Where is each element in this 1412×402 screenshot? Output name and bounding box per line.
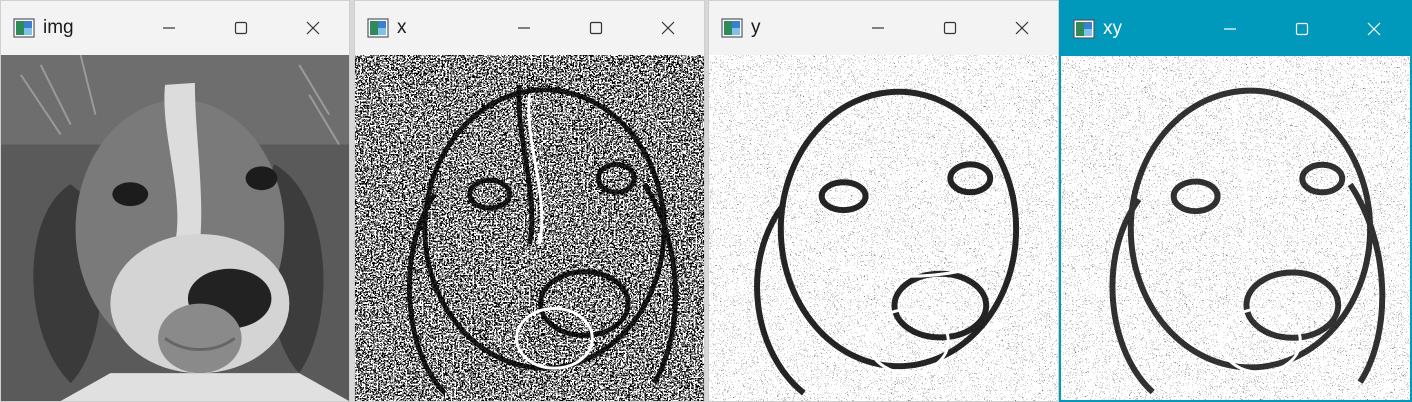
minimize-button[interactable] [488,1,560,55]
titlebar[interactable]: x [355,1,704,55]
titlebar[interactable]: xy [1061,2,1410,56]
minimize-button[interactable] [1194,2,1266,56]
window-title: xy [1103,18,1122,39]
close-icon [1015,21,1029,35]
maximize-button[interactable] [914,1,986,55]
minimize-icon [872,27,884,29]
sobel-xy-edge-image [1061,56,1410,400]
maximize-icon [589,21,603,35]
maximize-icon [1295,22,1309,36]
titlebar[interactable]: y [709,1,1058,55]
image-canvas [709,55,1058,401]
window-title: x [397,17,407,38]
image-canvas [1,55,349,401]
close-button[interactable] [986,1,1058,55]
image-window-icon [13,18,35,38]
minimize-icon [518,27,530,29]
sobel-y-edge-image [709,55,1058,401]
window-title: y [751,17,761,38]
image-canvas [355,55,704,401]
image-window-icon [1073,19,1095,39]
window-title: img [43,17,74,38]
close-icon [661,21,675,35]
sobel-x-edge-image [355,55,704,401]
grayscale-beagle-image [1,55,349,401]
minimize-button[interactable] [133,1,205,55]
window-y[interactable]: y [708,0,1059,402]
titlebar[interactable]: img [1,1,349,55]
maximize-button[interactable] [1266,2,1338,56]
close-button[interactable] [1338,2,1410,56]
close-button[interactable] [632,1,704,55]
minimize-icon [163,27,175,29]
image-window-icon [721,18,743,38]
maximize-button[interactable] [205,1,277,55]
close-icon [1367,22,1381,36]
window-x[interactable]: x [354,0,705,402]
image-canvas [1061,56,1410,400]
maximize-icon [943,21,957,35]
image-window-icon [367,18,389,38]
window-img[interactable]: img [0,0,350,402]
minimize-icon [1224,28,1236,30]
window-xy[interactable]: xy [1059,0,1412,402]
minimize-button[interactable] [842,1,914,55]
close-icon [306,21,320,35]
close-button[interactable] [277,1,349,55]
maximize-button[interactable] [560,1,632,55]
maximize-icon [234,21,248,35]
